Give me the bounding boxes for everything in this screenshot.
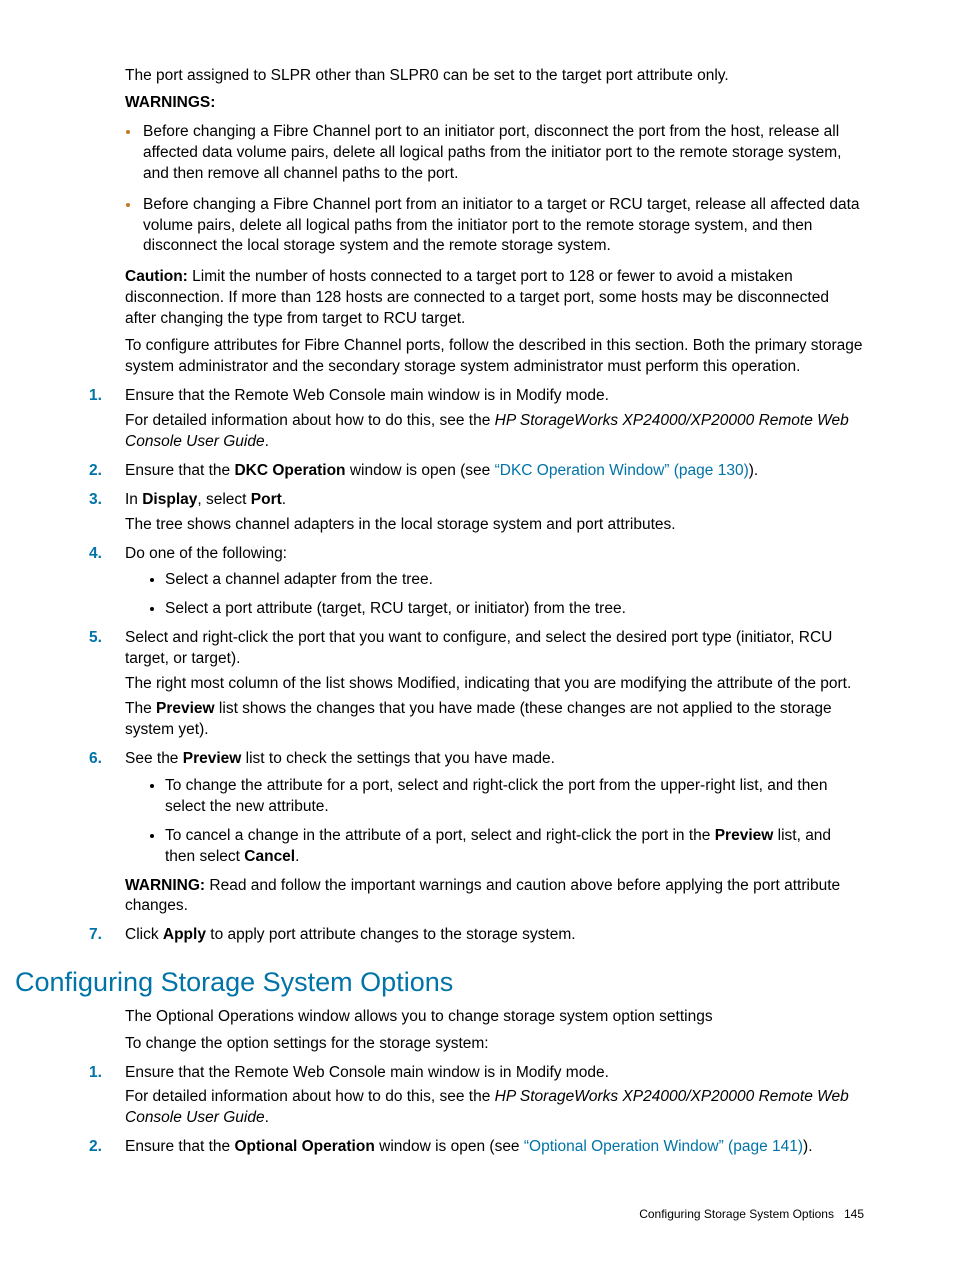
section-heading-configuring-storage: Configuring Storage System Options [15, 964, 864, 1000]
caution-paragraph: Caution: Limit the number of hosts conne… [125, 267, 864, 330]
config-intro: To configure attributes for Fibre Channe… [125, 336, 864, 378]
section2-p1: The Optional Operations window allows yo… [125, 1007, 864, 1028]
section2-step-1: 1. Ensure that the Remote Web Console ma… [85, 1063, 864, 1130]
step-4-sub-1: Select a channel adapter from the tree. [165, 570, 864, 591]
intro-paragraph: The port assigned to SLPR other than SLP… [125, 66, 864, 87]
step-4: 4. Do one of the following: Select a cha… [85, 544, 864, 621]
step-7: 7. Click Apply to apply port attribute c… [85, 925, 864, 946]
step-3: 3. In Display, select Port. The tree sho… [85, 490, 864, 536]
page-footer: Configuring Storage System Options 145 [85, 1206, 864, 1222]
warning-item-2: Before changing a Fibre Channel port fro… [141, 195, 864, 258]
dkc-operation-link[interactable]: “DKC Operation Window” (page 130) [495, 462, 749, 479]
step-2: 2. Ensure that the DKC Operation window … [85, 461, 864, 482]
warning-item-1: Before changing a Fibre Channel port to … [141, 122, 864, 185]
optional-operation-link[interactable]: “Optional Operation Window” (page 141) [524, 1138, 803, 1155]
warnings-heading: WARNINGS: [125, 94, 215, 111]
step-6-sub-1: To change the attribute for a port, sele… [165, 776, 864, 818]
step-4-sub-2: Select a port attribute (target, RCU tar… [165, 599, 864, 620]
section2-step-2: 2. Ensure that the Optional Operation wi… [85, 1137, 864, 1158]
step-1: 1. Ensure that the Remote Web Console ma… [85, 386, 864, 453]
step-5: 5. Select and right-click the port that … [85, 628, 864, 741]
step-6: 6. See the Preview list to check the set… [85, 749, 864, 917]
step-6-sub-2: To cancel a change in the attribute of a… [165, 826, 864, 868]
section2-p2: To change the option settings for the st… [125, 1034, 864, 1055]
